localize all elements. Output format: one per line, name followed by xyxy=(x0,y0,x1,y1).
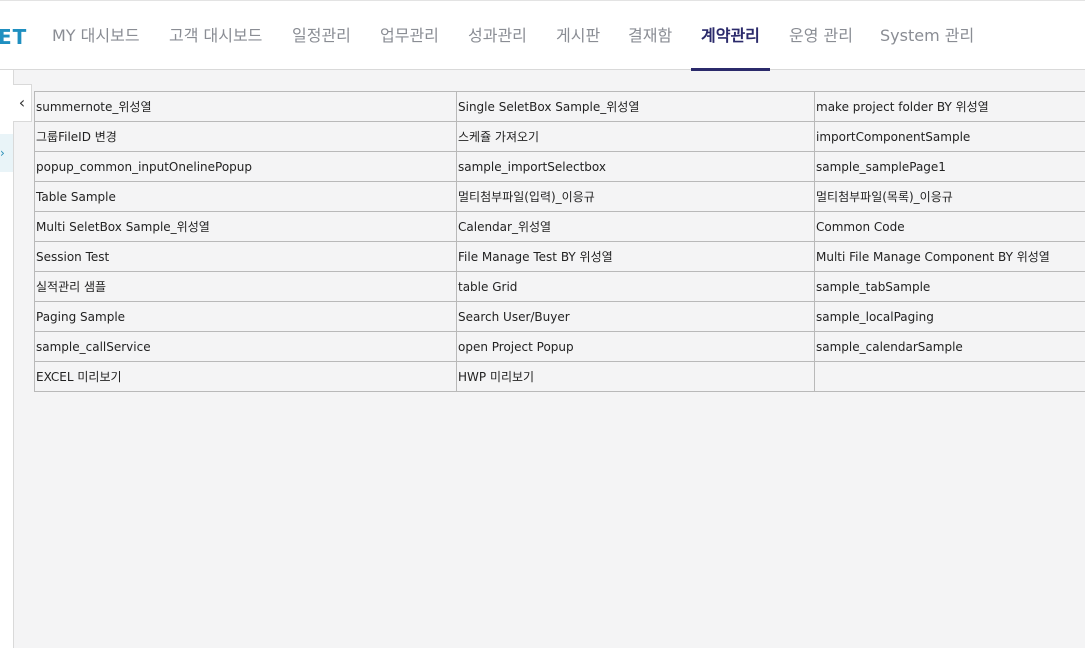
sample-link-cell[interactable]: 스케쥴 가져오기 xyxy=(456,121,815,152)
sample-link-cell[interactable]: Paging Sample xyxy=(34,301,457,332)
nav-label: 성과관리 xyxy=(468,26,527,45)
sample-link-cell[interactable]: EXCEL 미리보기 xyxy=(34,361,457,392)
table-row: summernote_위성열 Single SeletBox Sample_위성열… xyxy=(34,91,1085,122)
nav-schedule[interactable]: 일정관리 xyxy=(292,1,351,70)
sample-link-cell[interactable]: Multi SeletBox Sample_위성열 xyxy=(34,211,457,242)
sample-link-cell[interactable]: Session Test xyxy=(34,241,457,272)
nav-performance[interactable]: 성과관리 xyxy=(468,1,527,70)
sidebar-collapse-button[interactable]: ‹ xyxy=(13,84,32,122)
sample-link-cell[interactable]: open Project Popup xyxy=(456,331,815,362)
sample-link-cell[interactable]: HWP 미리보기 xyxy=(456,361,815,392)
sample-link-cell xyxy=(814,361,1085,392)
sample-link-cell[interactable]: Single SeletBox Sample_위성열 xyxy=(456,91,815,122)
sample-link-cell[interactable]: popup_common_inputOnelinePopup xyxy=(34,151,457,182)
sample-link-cell[interactable]: Search User/Buyer xyxy=(456,301,815,332)
table-row: Multi SeletBox Sample_위성열 Calendar_위성열 Com… xyxy=(34,211,1085,242)
sample-link-cell[interactable]: sample_tabSample xyxy=(814,271,1085,302)
sample-link-cell[interactable]: sample_calendarSample xyxy=(814,331,1085,362)
nav-label: 결재함 xyxy=(628,26,673,45)
top-navigation-bar: ET MY 대시보드 고객 대시보드 일정관리 업무관리 성과관리 게시판 결재… xyxy=(0,0,1085,71)
nav-tasks[interactable]: 업무관리 xyxy=(380,1,439,70)
sample-link-cell[interactable]: Calendar_위성열 xyxy=(456,211,815,242)
nav-label: 업무관리 xyxy=(380,26,439,45)
nav-contracts[interactable]: 계약관리 xyxy=(691,1,770,71)
sample-link-cell[interactable]: 그룹FileID 변경 xyxy=(34,121,457,152)
table-row: Paging Sample Search User/Buyer sample_loc… xyxy=(34,301,1085,332)
sample-link-cell[interactable]: sample_importSelectbox xyxy=(456,151,815,182)
nav-label: 게시판 xyxy=(556,26,601,45)
nav-label: 운영 관리 xyxy=(789,26,853,45)
nav-customer-dashboard[interactable]: 고객 대시보드 xyxy=(169,1,262,70)
table-row: Table Sample 멀티첨부파일(입력)_이응규 멀티첨부파일(목록)_이응규 xyxy=(34,181,1085,212)
nav-approvals[interactable]: 결재함 xyxy=(628,1,672,70)
sample-link-cell[interactable]: 멀티첨부파일(입력)_이응규 xyxy=(456,181,815,212)
sample-link-cell[interactable]: 멀티첨부파일(목록)_이응규 xyxy=(814,181,1085,212)
table-row: 그룹FileID 변경 스케쥴 가져오기 importComponentSample xyxy=(34,121,1085,152)
sample-links-table: summernote_위성열 Single SeletBox Sample_위성열… xyxy=(34,91,1085,392)
sidebar-expand-tab[interactable]: › xyxy=(0,134,13,172)
nav-label: System 관리 xyxy=(880,26,975,45)
nav-system[interactable]: System 관리 xyxy=(880,1,974,70)
sample-link-cell[interactable]: 실적관리 샘플 xyxy=(34,271,457,302)
table-row: sample_callService open Project Popup samp… xyxy=(34,331,1085,362)
sample-link-cell[interactable]: make project folder BY 위성열 xyxy=(814,91,1085,122)
nav-label: 고객 대시보드 xyxy=(169,26,263,45)
table-row: popup_common_inputOnelinePopup sample_imp… xyxy=(34,151,1085,182)
table-row: Session Test File Manage Test BY 위성열 Multi… xyxy=(34,241,1085,272)
nav-label: 계약관리 xyxy=(701,26,760,45)
chevron-right-icon: › xyxy=(0,146,5,160)
sample-link-cell[interactable]: Common Code xyxy=(814,211,1085,242)
table-row: EXCEL 미리보기 HWP 미리보기 xyxy=(34,361,1085,392)
nav-label: MY 대시보드 xyxy=(52,26,140,45)
nav-label: 일정관리 xyxy=(292,26,351,45)
nav-my-dashboard[interactable]: MY 대시보드 xyxy=(52,1,140,70)
sample-link-cell[interactable]: Multi File Manage Component BY 위성열 xyxy=(814,241,1085,272)
sample-link-cell[interactable]: File Manage Test BY 위성열 xyxy=(456,241,815,272)
sample-link-cell[interactable]: sample_localPaging xyxy=(814,301,1085,332)
chevron-left-icon: ‹ xyxy=(18,93,26,112)
sample-link-cell[interactable]: Table Sample xyxy=(34,181,457,212)
sample-link-cell[interactable]: table Grid xyxy=(456,271,815,302)
sample-link-cell[interactable]: sample_samplePage1 xyxy=(814,151,1085,182)
nav-board[interactable]: 게시판 xyxy=(556,1,600,70)
sample-link-cell[interactable]: importComponentSample xyxy=(814,121,1085,152)
sample-link-cell[interactable]: sample_callService xyxy=(34,331,457,362)
app-logo[interactable]: ET xyxy=(0,25,27,49)
nav-operations[interactable]: 운영 관리 xyxy=(789,1,853,70)
sample-link-cell[interactable]: summernote_위성열 xyxy=(34,91,457,122)
table-row: 실적관리 샘플 table Grid sample_tabSample xyxy=(34,271,1085,302)
